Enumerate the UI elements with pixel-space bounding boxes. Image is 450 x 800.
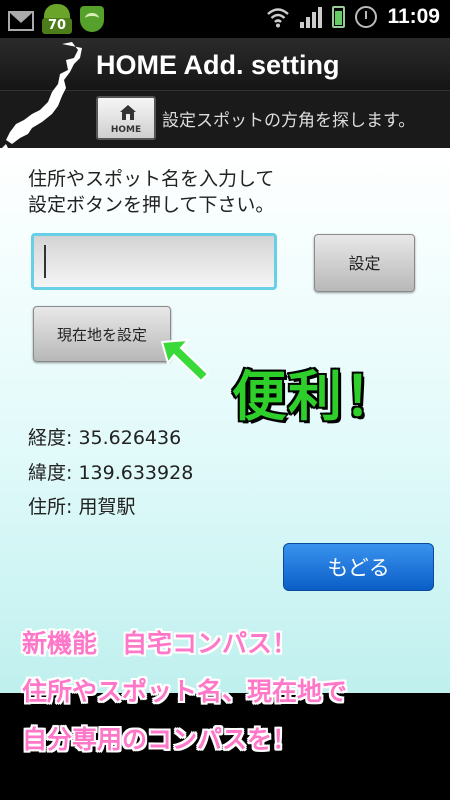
instruction-line-1: 住所やスポット名を入力して <box>28 168 275 190</box>
status-bar: 70 11:09 <box>0 0 450 38</box>
signal-icon <box>300 6 323 28</box>
status-time: 11:09 <box>387 5 440 28</box>
latitude-row: 経度: 35.626436 <box>28 423 181 450</box>
japan-map-icon <box>2 42 82 148</box>
set-current-location-button[interactable]: 現在地を設定 <box>33 306 171 362</box>
instruction-line-2: 設定ボタンを押して下さい。 <box>28 194 275 216</box>
mail-icon <box>8 11 34 31</box>
android-badge-icon: 70 <box>42 4 72 34</box>
latitude-value: 35.626436 <box>78 427 182 449</box>
badge-count: 70 <box>42 18 72 34</box>
system-icons: 11:09 <box>266 5 440 29</box>
house-icon <box>120 105 136 120</box>
address-label: 住所: <box>28 496 79 518</box>
notification-icons: 70 <box>8 4 104 34</box>
wifi-icon <box>266 6 290 28</box>
promo-line-1: 新機能 自宅コンパス！ <box>22 629 298 658</box>
callout-text: 便利！ <box>231 364 400 430</box>
battery-icon <box>332 6 346 28</box>
longitude-row: 緯度: 139.633928 <box>28 458 193 485</box>
alarm-icon <box>355 6 378 28</box>
promo-line-2: 住所やスポット名、現在地で <box>22 677 348 706</box>
address-row: 住所: 用賀駅 <box>28 492 135 519</box>
home-button-label: HOME <box>110 125 142 135</box>
promo-banner: 新機能 自宅コンパス！ 住所やスポット名、現在地で 自分専用のコンパスを！ <box>0 620 450 764</box>
text-cursor <box>44 245 46 278</box>
home-button[interactable]: HOME <box>96 96 156 140</box>
longitude-label: 緯度: <box>28 462 79 484</box>
latitude-label: 経度: <box>28 427 79 449</box>
promo-line-3: 自分専用のコンパスを！ <box>22 725 298 754</box>
header-description: 設定スポットの方角を探します。 <box>162 111 416 131</box>
longitude-value: 139.633928 <box>78 462 194 484</box>
instruction-text: 住所やスポット名を入力して 設定ボタンを押して下さい。 <box>28 166 274 218</box>
page-title: HOME Add. setting <box>96 50 340 80</box>
set-button[interactable]: 設定 <box>314 234 415 292</box>
address-input[interactable] <box>31 233 277 290</box>
pointer-arrow-icon <box>160 338 210 383</box>
address-value: 用賀駅 <box>78 496 136 518</box>
shield-icon <box>80 6 104 32</box>
back-button[interactable]: もどる <box>283 543 434 591</box>
